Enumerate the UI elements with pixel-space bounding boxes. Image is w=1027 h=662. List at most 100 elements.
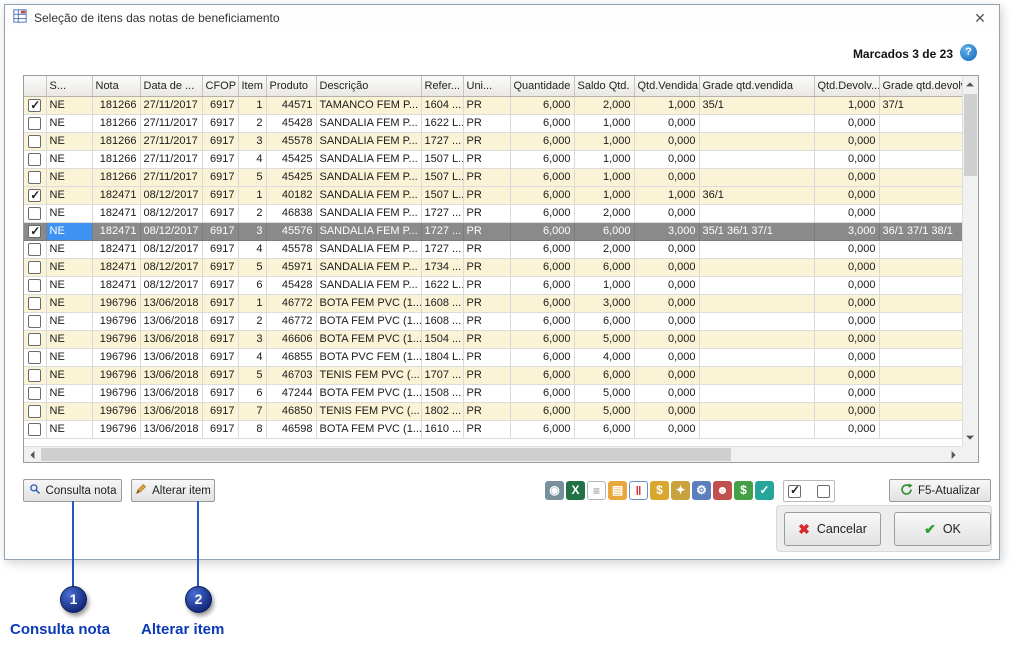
cell[interactable]: 6,000: [574, 258, 634, 276]
cell[interactable]: 08/12/2017: [140, 204, 202, 222]
cancel-button[interactable]: ✖ Cancelar: [784, 512, 881, 546]
cell[interactable]: 1,000: [574, 168, 634, 186]
column-header-1[interactable]: S...: [46, 76, 92, 96]
cell[interactable]: 3: [238, 330, 266, 348]
cell[interactable]: 6,000: [510, 330, 574, 348]
scroll-down-icon[interactable]: [962, 430, 978, 446]
cell[interactable]: 1: [238, 294, 266, 312]
cell[interactable]: 0,000: [634, 150, 699, 168]
table-row[interactable]: NE18126627/11/20176917144571TAMANCO FEM …: [24, 96, 962, 114]
row-checkbox-unchecked[interactable]: [28, 387, 41, 400]
cell[interactable]: 44571: [266, 96, 316, 114]
cell[interactable]: [699, 294, 814, 312]
cell[interactable]: 45578: [266, 240, 316, 258]
cell[interactable]: [879, 186, 962, 204]
cell[interactable]: 0,000: [814, 330, 879, 348]
cell[interactable]: 1802 ...: [421, 402, 463, 420]
table-row[interactable]: NE18247108/12/20176917445578SANDALIA FEM…: [24, 240, 962, 258]
cell[interactable]: 1707 ...: [421, 366, 463, 384]
cell[interactable]: [699, 402, 814, 420]
cell[interactable]: 6917: [202, 402, 238, 420]
cell[interactable]: 0,000: [814, 258, 879, 276]
cell[interactable]: 0,000: [634, 258, 699, 276]
cell[interactable]: 27/11/2017: [140, 114, 202, 132]
cell[interactable]: SANDALIA FEM P...: [316, 168, 421, 186]
cell[interactable]: 27/11/2017: [140, 96, 202, 114]
cell[interactable]: TENIS FEM PVC (...: [316, 402, 421, 420]
cell[interactable]: 45578: [266, 132, 316, 150]
scroll-up-icon[interactable]: [962, 76, 978, 92]
cell[interactable]: NE: [46, 420, 92, 438]
cell[interactable]: [879, 114, 962, 132]
cell[interactable]: 196796: [92, 402, 140, 420]
coins-icon[interactable]: $: [650, 481, 669, 500]
table-row[interactable]: NE18126627/11/20176917345578SANDALIA FEM…: [24, 132, 962, 150]
cell[interactable]: 6917: [202, 96, 238, 114]
cell[interactable]: SANDALIA FEM P...: [316, 150, 421, 168]
cell[interactable]: 1507 L...: [421, 168, 463, 186]
column-header-select[interactable]: [24, 76, 46, 96]
cell[interactable]: PR: [463, 312, 510, 330]
table-row[interactable]: NE18126627/11/20176917445425SANDALIA FEM…: [24, 150, 962, 168]
cell[interactable]: 6917: [202, 132, 238, 150]
row-checkbox-unchecked[interactable]: [28, 405, 41, 418]
cell[interactable]: [699, 132, 814, 150]
row-checkbox-checked[interactable]: [28, 99, 41, 112]
cell[interactable]: 6,000: [510, 420, 574, 438]
cell[interactable]: 2: [238, 312, 266, 330]
cell[interactable]: 0,000: [634, 330, 699, 348]
cell[interactable]: PR: [463, 330, 510, 348]
cell[interactable]: 182471: [92, 204, 140, 222]
cell[interactable]: 196796: [92, 294, 140, 312]
row-checkbox-unchecked[interactable]: [28, 243, 41, 256]
cell[interactable]: 6,000: [574, 222, 634, 240]
cell[interactable]: 36/1: [699, 186, 814, 204]
cell[interactable]: [699, 150, 814, 168]
cell[interactable]: [699, 384, 814, 402]
consulta-nota-button[interactable]: Consulta nota: [23, 479, 122, 502]
cell[interactable]: 40182: [266, 186, 316, 204]
cell[interactable]: 6917: [202, 330, 238, 348]
column-header-9[interactable]: Uni...: [463, 76, 510, 96]
cell[interactable]: 6917: [202, 348, 238, 366]
toolbar-checkbox-unchecked[interactable]: [817, 485, 830, 498]
cell[interactable]: [699, 330, 814, 348]
column-header-15[interactable]: Grade qtd.devolvi: [879, 76, 962, 96]
cell[interactable]: 6917: [202, 384, 238, 402]
cell[interactable]: 6,000: [510, 294, 574, 312]
cell[interactable]: 0,000: [634, 204, 699, 222]
cell[interactable]: [879, 240, 962, 258]
cell[interactable]: NE: [46, 114, 92, 132]
cell[interactable]: 5: [238, 366, 266, 384]
cell[interactable]: [879, 420, 962, 438]
cell[interactable]: 1608 ...: [421, 312, 463, 330]
cell[interactable]: 1,000: [574, 276, 634, 294]
row-checkbox-unchecked[interactable]: [28, 279, 41, 292]
cell[interactable]: 2: [238, 204, 266, 222]
cell[interactable]: PR: [463, 132, 510, 150]
cell[interactable]: 35/1: [699, 96, 814, 114]
cell[interactable]: 6,000: [510, 402, 574, 420]
cell[interactable]: 0,000: [634, 294, 699, 312]
cell[interactable]: 6,000: [510, 114, 574, 132]
cell[interactable]: NE: [46, 348, 92, 366]
cell[interactable]: [879, 150, 962, 168]
cell[interactable]: 2: [238, 114, 266, 132]
cell[interactable]: BOTA FEM PVC (1...: [316, 294, 421, 312]
cell[interactable]: PR: [463, 258, 510, 276]
cell[interactable]: 6,000: [510, 240, 574, 258]
table-row[interactable]: NE18247108/12/20176917545971SANDALIA FEM…: [24, 258, 962, 276]
cell[interactable]: 0,000: [634, 420, 699, 438]
cell[interactable]: [879, 348, 962, 366]
cell[interactable]: 6917: [202, 240, 238, 258]
cell[interactable]: 46772: [266, 312, 316, 330]
table-row[interactable]: NE19679613/06/20186917146772BOTA FEM PVC…: [24, 294, 962, 312]
cell[interactable]: [699, 114, 814, 132]
table-row[interactable]: NE18126627/11/20176917545425SANDALIA FEM…: [24, 168, 962, 186]
cell[interactable]: 46606: [266, 330, 316, 348]
tasks-icon[interactable]: ✓: [755, 481, 774, 500]
column-header-14[interactable]: Qtd.Devolv...: [814, 76, 879, 96]
table-row[interactable]: NE19679613/06/20186917746850TENIS FEM PV…: [24, 402, 962, 420]
cell[interactable]: [699, 366, 814, 384]
cell[interactable]: [879, 276, 962, 294]
